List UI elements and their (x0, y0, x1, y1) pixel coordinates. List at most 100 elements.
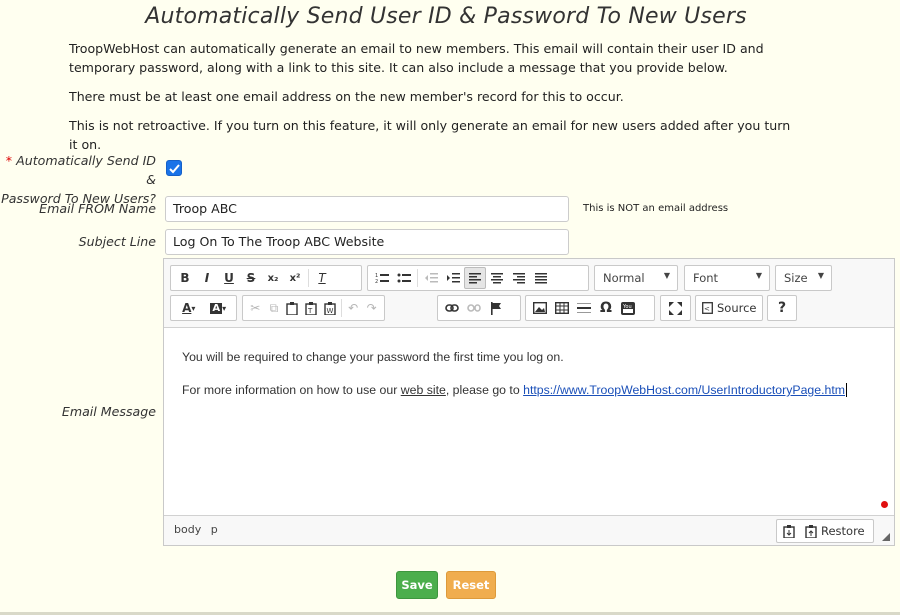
unlink-icon[interactable] (463, 297, 485, 319)
restore-button[interactable]: Restore (805, 524, 865, 538)
help-icon: ? (777, 300, 787, 316)
superscript-button[interactable]: x² (284, 267, 306, 289)
checkmark-icon (169, 164, 180, 174)
message-line-2: For more information on how to use our w… (182, 382, 882, 398)
editor-content-area[interactable]: You will be required to change your pass… (182, 349, 882, 415)
image-icon[interactable] (529, 297, 551, 319)
numbered-list-icon[interactable]: 12 (371, 267, 393, 289)
font-dropdown[interactable]: Font ▼ (684, 265, 770, 291)
editor-toolbar: B I U S x₂ x² T 12 Normal ▼ Font ▼ Size … (164, 259, 894, 328)
from-name-input[interactable]: Troop ABC (165, 196, 569, 222)
intro-paragraph: TroopWebHost can automatically generate … (69, 41, 764, 75)
status-dot-indicator (881, 501, 888, 508)
text-color-icon: A (182, 301, 192, 315)
background-color-button[interactable]: A ▾ (204, 297, 234, 319)
web-site-link[interactable]: web site (401, 383, 446, 397)
text-cursor (846, 383, 848, 397)
redo-icon[interactable]: ↷ (362, 297, 381, 319)
rich-text-editor: B I U S x₂ x² T 12 Normal ▼ Font ▼ Size … (163, 258, 895, 546)
indent-icon[interactable] (442, 267, 464, 289)
clipboard-group: ✂ ⧉ T W ↶ ↷ (242, 295, 385, 321)
email-message-label: Email Message (61, 404, 156, 419)
paste-text-icon[interactable]: T (302, 297, 321, 319)
link-icon[interactable] (441, 297, 463, 319)
svg-text:<: < (704, 305, 710, 313)
intro-page-url-link[interactable]: https://www.TroopWebHost.com/UserIntrodu… (523, 383, 845, 397)
auto-send-checkbox[interactable] (166, 160, 182, 176)
paste-word-icon[interactable]: W (320, 297, 339, 319)
chevron-down-icon: ▼ (755, 271, 762, 280)
anchor-flag-icon[interactable] (485, 297, 507, 319)
subscript-button[interactable]: x₂ (262, 267, 284, 289)
background-color-icon: A (210, 302, 223, 314)
bold-button[interactable]: B (174, 267, 196, 289)
message-line-1: You will be required to change your pass… (182, 350, 564, 364)
underline-button[interactable]: U (218, 267, 240, 289)
justify-icon[interactable] (530, 267, 552, 289)
paragraph-group: 12 (367, 265, 589, 291)
message-line-2-middle: , please go to (445, 383, 524, 397)
copy-icon[interactable]: ⧉ (265, 297, 284, 319)
maximize-group (660, 295, 691, 321)
format-dropdown[interactable]: Normal ▼ (594, 265, 678, 291)
bulleted-list-icon[interactable] (393, 267, 415, 289)
resize-handle-icon[interactable] (882, 533, 890, 541)
from-name-label: Email FROM Name (39, 201, 156, 216)
reset-button[interactable]: Reset (446, 571, 496, 599)
remove-format-button[interactable]: T (311, 267, 333, 289)
subject-input[interactable]: Log On To The Troop ABC Website (165, 229, 569, 255)
colors-group: A ▾ A ▾ (170, 295, 237, 321)
editor-statusbar: body p Restore (164, 515, 894, 545)
source-doc-icon: < (702, 302, 713, 314)
align-left-icon[interactable] (464, 267, 486, 289)
source-button[interactable]: < Source (695, 295, 763, 321)
restore-draft-icon (805, 524, 817, 538)
align-center-icon[interactable] (486, 267, 508, 289)
align-right-icon[interactable] (508, 267, 530, 289)
special-char-icon[interactable]: Ω (595, 297, 617, 319)
basic-styles-group: B I U S x₂ x² T (170, 265, 362, 291)
requirement-paragraph: There must be at least one email address… (69, 89, 624, 104)
element-path: body p (174, 523, 224, 536)
auto-send-label-line1: Automatically Send ID & (16, 153, 156, 187)
maximize-icon[interactable] (664, 297, 686, 319)
required-marker: * (5, 153, 13, 168)
outdent-icon[interactable] (420, 267, 442, 289)
cut-icon[interactable]: ✂ (246, 297, 265, 319)
undo-icon[interactable]: ↶ (344, 297, 363, 319)
help-button[interactable]: ? (767, 295, 797, 321)
youtube-icon[interactable]: You (617, 297, 639, 319)
message-line-2-prefix: For more information on how to use our (182, 383, 401, 397)
toolbar-separator (417, 269, 418, 287)
table-icon[interactable] (551, 297, 573, 319)
restore-label: Restore (821, 524, 865, 538)
subject-label: Subject Line (78, 234, 156, 249)
chevron-down-icon: ▾ (191, 303, 196, 313)
svg-text:T: T (307, 307, 313, 315)
italic-button[interactable]: I (196, 267, 218, 289)
svg-text:2: 2 (375, 279, 378, 284)
links-group (437, 295, 521, 321)
svg-text:W: W (326, 307, 333, 315)
retroactive-paragraph: This is not retroactive. If you turn on … (69, 118, 791, 152)
strikethrough-button[interactable]: S (240, 267, 262, 289)
size-dropdown[interactable]: Size ▼ (775, 265, 832, 291)
insert-group: Ω You (525, 295, 655, 321)
page-title: Automatically Send User ID & Password To… (145, 4, 747, 29)
save-draft-icon[interactable] (783, 524, 795, 538)
text-color-button[interactable]: A ▾ (174, 297, 204, 319)
font-dropdown-value: Font (693, 271, 719, 285)
from-name-hint: This is NOT an email address (583, 203, 729, 214)
save-button[interactable]: Save (396, 571, 438, 599)
path-item-body[interactable]: body (174, 523, 201, 536)
paste-icon[interactable] (283, 297, 302, 319)
chevron-down-icon: ▼ (817, 271, 824, 280)
autosave-restore-group: Restore (776, 519, 874, 543)
toolbar-separator (340, 299, 342, 317)
source-label: Source (717, 301, 757, 315)
toolbar-separator (308, 269, 309, 287)
chevron-down-icon: ▼ (663, 271, 670, 280)
size-dropdown-value: Size (784, 271, 808, 285)
horizontal-rule-icon[interactable] (573, 297, 595, 319)
path-item-p[interactable]: p (211, 523, 218, 536)
